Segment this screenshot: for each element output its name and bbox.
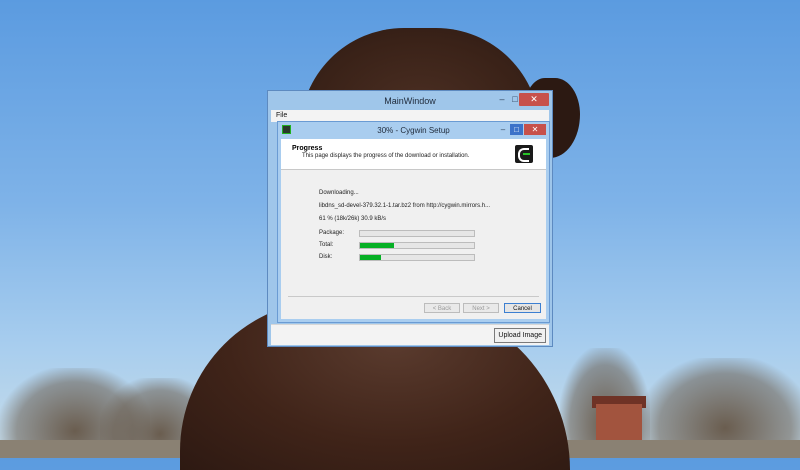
cygwin-logo-icon: [515, 145, 533, 163]
main-window-bottom-bar: Upload Image: [271, 324, 549, 345]
main-window-titlebar[interactable]: MainWindow – □ ✕: [268, 91, 552, 111]
progress-fill-disk: [360, 255, 381, 260]
menu-file[interactable]: File: [276, 112, 287, 119]
dialog-maximize-button[interactable]: □: [510, 124, 523, 135]
dialog-close-button[interactable]: ✕: [524, 124, 546, 135]
main-window: MainWindow – □ ✕ File 30% - Cygwin Setup…: [267, 90, 553, 347]
next-button[interactable]: Next >: [463, 303, 499, 313]
header-title: Progress: [292, 145, 323, 152]
minimize-button[interactable]: –: [496, 93, 508, 106]
cancel-button[interactable]: Cancel: [504, 303, 541, 313]
cygwin-setup-dialog: 30% - Cygwin Setup – □ ✕ Progress This p…: [277, 121, 550, 323]
progress-bar-package: [359, 230, 475, 237]
dialog-minimize-button[interactable]: –: [497, 124, 509, 135]
dialog-body: Progress This page displays the progress…: [281, 139, 546, 319]
background-house: [596, 404, 642, 444]
dialog-titlebar[interactable]: 30% - Cygwin Setup – □ ✕: [278, 122, 549, 139]
progress-label-total: Total:: [319, 242, 334, 248]
download-file-text: libdns_sd-devel-379.32.1-1.tar.bz2 from …: [319, 203, 491, 209]
status-text: Downloading...: [319, 190, 359, 196]
download-stats-text: 61 % (18k/26k) 30.9 kB/s: [319, 216, 387, 222]
progress-bar-total: [359, 242, 475, 249]
progress-label-package: Package:: [319, 230, 345, 236]
header-subtitle: This page displays the progress of the d…: [302, 153, 470, 159]
back-button[interactable]: < Back: [424, 303, 460, 313]
close-button[interactable]: ✕: [519, 93, 549, 106]
dialog-header: Progress This page displays the progress…: [281, 139, 546, 170]
progress-label-disk: Disk:: [319, 254, 333, 260]
upload-image-button[interactable]: Upload Image: [494, 328, 546, 343]
progress-fill-total: [360, 243, 395, 248]
progress-bar-disk: [359, 254, 475, 261]
button-separator: [288, 296, 539, 297]
